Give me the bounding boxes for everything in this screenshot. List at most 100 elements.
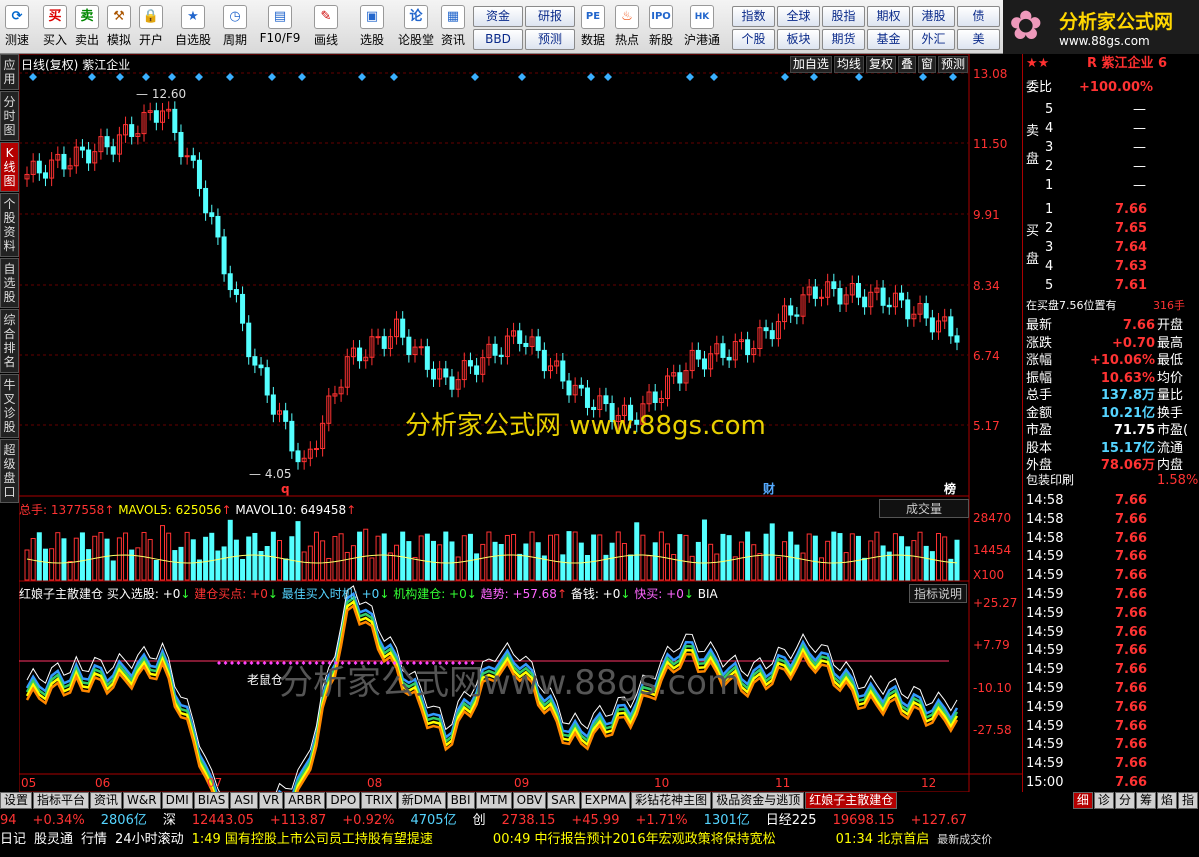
event-marker[interactable] xyxy=(949,73,957,81)
buy-button[interactable]: 买买入 xyxy=(40,3,70,51)
indicator-tab-1[interactable]: 指标平台 xyxy=(33,792,90,809)
grid-btn-research[interactable]: 研报 xyxy=(525,6,575,27)
grid-btn-funds[interactable]: 资金 xyxy=(473,6,523,27)
event-marker[interactable] xyxy=(518,73,526,81)
event-marker[interactable] xyxy=(226,73,234,81)
news-tab-3[interactable]: 24小时滚动 xyxy=(115,832,184,847)
volume-indicator-select[interactable]: 成交量 xyxy=(879,499,969,518)
chart-btn-3[interactable]: 叠 xyxy=(897,56,916,73)
side-tab-3[interactable]: 个股资料 xyxy=(0,193,19,257)
event-marker[interactable] xyxy=(298,73,306,81)
news-item[interactable]: 00:49 中行报告预计2016年宏观政策将保持宽松 xyxy=(493,832,776,847)
grid-btn-stock-index[interactable]: 股指 xyxy=(822,6,865,27)
news-tab-2[interactable]: 行情 xyxy=(81,832,107,847)
chart-btn-1[interactable]: 均线 xyxy=(833,56,864,73)
side-tab-4[interactable]: 自选股 xyxy=(0,258,19,308)
event-marker[interactable] xyxy=(710,73,718,81)
chart-btn-0[interactable]: 加自选 xyxy=(789,56,832,73)
indicator-tab-15[interactable]: SAR xyxy=(547,792,580,809)
indicator-tab-0[interactable]: 设置 xyxy=(0,792,33,809)
speedtest-button[interactable]: ⟳ 测速 xyxy=(2,3,32,51)
panel-tab-5[interactable]: 指 xyxy=(1177,792,1198,809)
grid-btn-us[interactable]: 美 xyxy=(957,29,1000,50)
indicator-tab-3[interactable]: W&R xyxy=(123,792,161,809)
indicator-tab-4[interactable]: DMI xyxy=(161,792,193,809)
chart-marker-1[interactable]: 财 xyxy=(762,481,775,496)
side-tab-2[interactable]: K线图 xyxy=(0,142,19,192)
open-account-button[interactable]: 🔒 开户 xyxy=(136,3,166,51)
hotspot-button[interactable]: ♨ 热点 xyxy=(612,3,642,51)
watchlist-button[interactable]: ★ 自选股 xyxy=(172,3,214,51)
ipo-button[interactable]: IPO 新股 xyxy=(646,3,676,51)
grid-btn-global[interactable]: 全球 xyxy=(777,6,820,27)
grid-btn-forex[interactable]: 外汇 xyxy=(912,29,955,50)
event-marker[interactable] xyxy=(781,73,789,81)
hk-connect-button[interactable]: HK 沪港通 xyxy=(682,3,722,51)
indicator-tab-7[interactable]: VR xyxy=(258,792,284,809)
side-tab-1[interactable]: 分时图 xyxy=(0,91,19,141)
event-marker[interactable] xyxy=(390,73,398,81)
simulate-button[interactable]: ⚒ 模拟 xyxy=(104,3,134,51)
news-button[interactable]: ▦ 资讯 xyxy=(438,3,468,51)
event-marker[interactable] xyxy=(358,73,366,81)
chart-area[interactable]: 13.08 11.50 9.91 8.34 6.74 5.17 — 12.60 — 4.05 q… xyxy=(18,53,1023,846)
kline-chart-svg[interactable]: 13.08 11.50 9.91 8.34 6.74 5.17 — 12.60 — 4.05q… xyxy=(18,53,1023,846)
indicator-tab-5[interactable]: BIAS xyxy=(193,792,230,809)
grid-btn-stock[interactable]: 个股 xyxy=(732,29,775,50)
indicator-tab-8[interactable]: ARBR xyxy=(284,792,326,809)
event-marker[interactable] xyxy=(855,73,863,81)
grid-btn-hk[interactable]: 港股 xyxy=(912,6,955,27)
event-marker[interactable] xyxy=(471,73,479,81)
grid-btn-bond[interactable]: 债 xyxy=(957,6,1000,27)
event-marker[interactable] xyxy=(168,73,176,81)
indicator-tab-16[interactable]: EXPMA xyxy=(580,792,631,809)
grid-btn-futures[interactable]: 期货 xyxy=(822,29,865,50)
side-tab-0[interactable]: 应用 xyxy=(0,54,19,90)
panel-tab-0[interactable]: 细 xyxy=(1072,792,1093,809)
panel-tab-4[interactable]: 焰 xyxy=(1156,792,1177,809)
news-tab-0[interactable]: 日记 xyxy=(0,832,26,847)
chart-marker-0[interactable]: q xyxy=(281,482,290,496)
indicator-tab-19[interactable]: 红娘子主散建仓 xyxy=(805,792,898,809)
grid-btn-bbd[interactable]: BBD xyxy=(473,29,523,50)
chart-btn-2[interactable]: 复权 xyxy=(865,56,896,73)
event-marker[interactable] xyxy=(142,73,150,81)
forum-button[interactable]: 论论股堂 xyxy=(396,3,436,51)
grid-btn-index[interactable]: 指数 xyxy=(732,6,775,27)
indicator-tab-9[interactable]: DPO xyxy=(326,792,361,809)
panel-tab-1[interactable]: 诊 xyxy=(1093,792,1114,809)
chart-marker-2[interactable]: 榜 xyxy=(944,481,956,496)
event-marker[interactable] xyxy=(116,73,124,81)
grid-btn-sector[interactable]: 板块 xyxy=(777,29,820,50)
stock-picker-button[interactable]: ▣ 选股 xyxy=(352,3,392,51)
panel-tab-2[interactable]: 分 xyxy=(1114,792,1135,809)
event-marker[interactable] xyxy=(29,73,37,81)
news-item[interactable]: 1:49 国有控股上市公司员工持股有望提速 xyxy=(192,832,433,847)
event-marker[interactable] xyxy=(88,73,96,81)
indicator-tab-6[interactable]: ASI xyxy=(230,792,258,809)
event-marker[interactable] xyxy=(810,73,818,81)
f10-button[interactable]: ▤ F10/F9 xyxy=(258,3,302,51)
event-marker[interactable] xyxy=(919,73,927,81)
data-button[interactable]: PE 数据 xyxy=(578,3,608,51)
side-tab-6[interactable]: 牛叉诊股 xyxy=(0,374,19,438)
panel-tab-3[interactable]: 筹 xyxy=(1135,792,1156,809)
draw-line-button[interactable]: ✎ 画线 xyxy=(306,3,346,51)
grid-btn-options[interactable]: 期权 xyxy=(867,6,910,27)
indicator-tab-18[interactable]: 极品资金与逃顶 xyxy=(712,792,805,809)
indicator-help-button[interactable]: 指标说明 xyxy=(909,584,968,603)
grid-btn-forecast[interactable]: 预测 xyxy=(525,29,575,50)
chart-btn-4[interactable]: 窗 xyxy=(917,56,936,73)
news-item[interactable]: 01:34 北京首启 xyxy=(836,832,930,847)
side-tab-5[interactable]: 综合排名 xyxy=(0,309,19,373)
indicator-tab-14[interactable]: OBV xyxy=(512,792,547,809)
period-button[interactable]: ◷ 周期 xyxy=(218,3,252,51)
news-tab-1[interactable]: 股灵通 xyxy=(34,832,73,847)
indicator-tab-2[interactable]: 资讯 xyxy=(90,792,123,809)
event-marker[interactable] xyxy=(587,73,595,81)
sell-button[interactable]: 卖卖出 xyxy=(72,3,102,51)
grid-btn-fund[interactable]: 基金 xyxy=(867,29,910,50)
event-marker[interactable] xyxy=(268,73,276,81)
indicator-tab-10[interactable]: TRIX xyxy=(361,792,397,809)
event-marker[interactable] xyxy=(686,73,694,81)
